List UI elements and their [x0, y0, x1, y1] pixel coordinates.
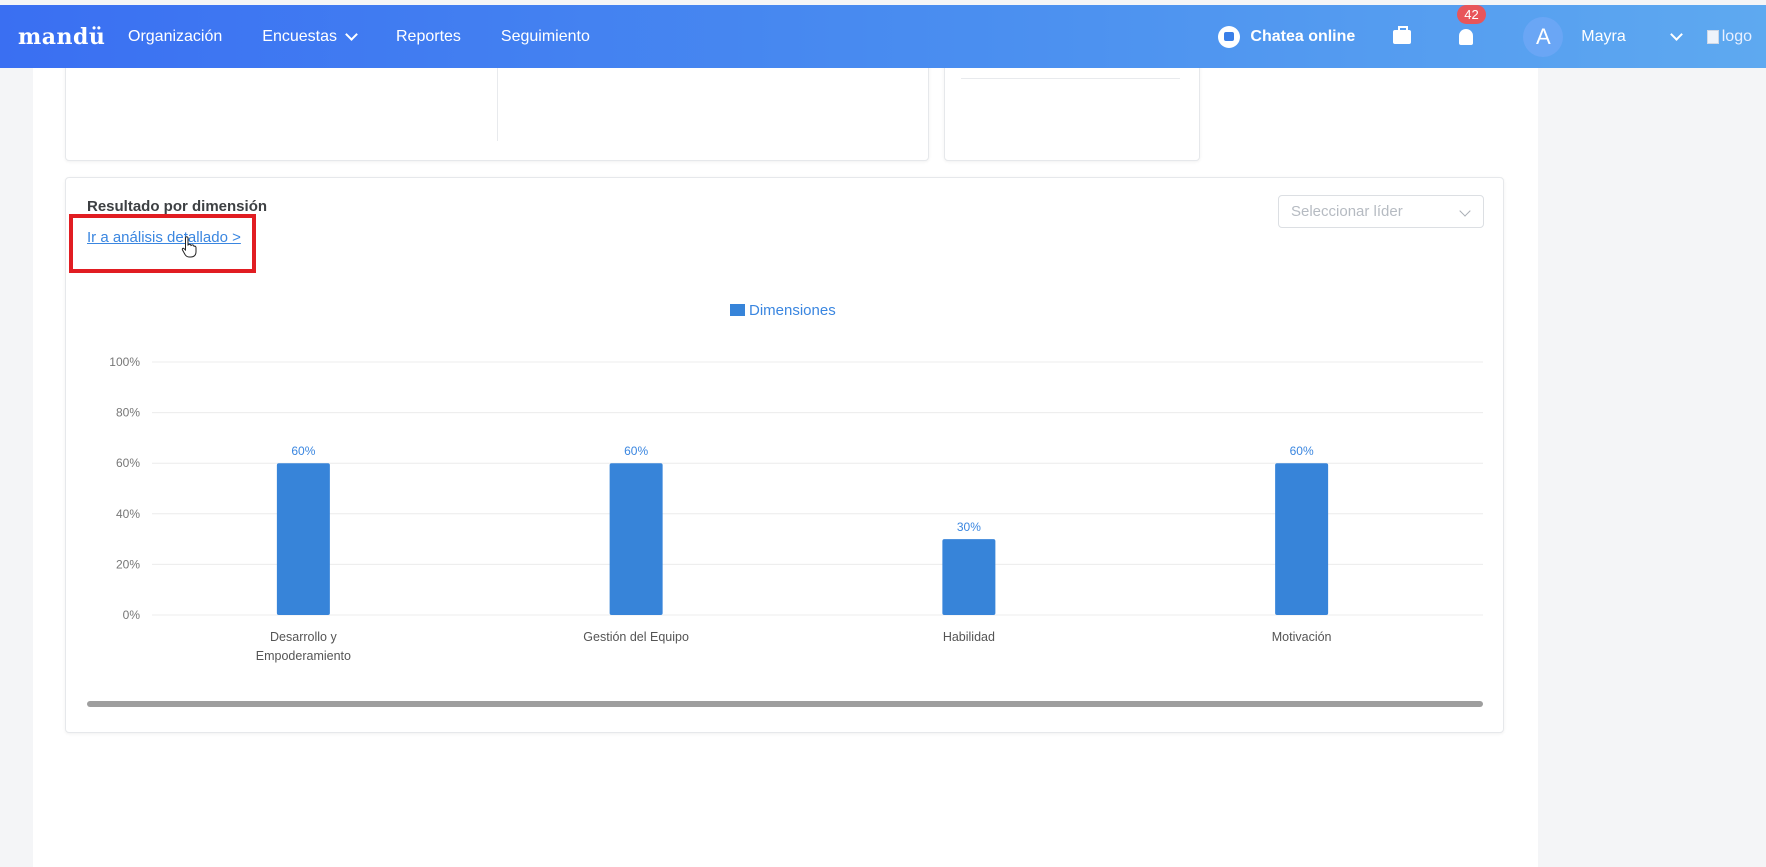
bar-value-label: 60%	[1290, 444, 1314, 458]
brand-logo[interactable]: mandü	[18, 24, 128, 50]
top-navbar: mandü Organización Encuestas Reportes Se…	[0, 4, 1766, 68]
x-tick-label: Motivación	[1272, 630, 1332, 644]
briefcase-icon[interactable]	[1393, 25, 1412, 44]
chat-online-button[interactable]: Chatea online	[1218, 25, 1356, 48]
y-tick-label: 20%	[116, 557, 140, 571]
y-tick-label: 0%	[123, 608, 141, 622]
user-name[interactable]: Mayra	[1581, 28, 1625, 46]
bar-value-label: 30%	[957, 520, 981, 534]
nav-organizacion-label: Organización	[128, 27, 223, 45]
avatar[interactable]: A	[1523, 16, 1564, 57]
bar[interactable]	[942, 539, 996, 615]
nav-organizacion[interactable]: Organización	[128, 28, 222, 46]
horizontal-scrollbar[interactable]	[87, 701, 1483, 707]
x-tick-label: Desarrollo y	[270, 630, 337, 644]
bar-value-label: 60%	[291, 444, 315, 458]
bar[interactable]	[609, 463, 663, 615]
nav-encuestas-label: Encuestas	[262, 27, 337, 45]
y-tick-label: 60%	[116, 456, 140, 470]
nav-seguimiento-label: Seguimiento	[500, 27, 590, 45]
x-tick-label: Empoderamiento	[256, 649, 351, 663]
bar[interactable]	[1275, 463, 1329, 615]
user-menu-chevron-icon[interactable]	[1669, 27, 1683, 41]
x-tick-label: Gestión del Equipo	[583, 630, 689, 644]
dimension-results-card: Resultado por dimensión Ir a análisis de…	[65, 177, 1504, 733]
dimension-bar-chart: Dimensiones 100% 80% 60% 40% 20% 0% 60% 60% 30%…	[109, 302, 1483, 663]
y-tick-label: 100%	[109, 355, 140, 369]
notification-badge: 42	[1457, 4, 1486, 24]
company-logo-image: logo	[1706, 27, 1752, 46]
legend-swatch	[730, 304, 745, 316]
nav-reportes[interactable]: Reportes	[396, 28, 461, 46]
chat-icon	[1218, 25, 1241, 48]
legend-label: Dimensiones	[749, 302, 836, 319]
x-tick-label: Habilidad	[943, 630, 995, 644]
y-tick-label: 80%	[116, 406, 140, 420]
main-content: Resultado por dimensión Ir a análisis de…	[33, 50, 1538, 867]
chat-online-label: Chatea online	[1250, 27, 1356, 45]
chevron-down-icon	[345, 27, 358, 41]
broken-image-icon	[1706, 29, 1719, 44]
nav-reportes-label: Reportes	[396, 27, 461, 45]
nav-seguimiento[interactable]: Seguimiento	[501, 28, 590, 46]
nav-encuestas[interactable]: Encuestas	[262, 27, 358, 46]
bar[interactable]	[276, 463, 330, 615]
notifications-button[interactable]: 42	[1457, 4, 1486, 45]
bar-value-label: 60%	[624, 444, 648, 458]
card-separator	[961, 78, 1180, 79]
logo-alt-text: logo	[1721, 27, 1752, 45]
y-tick-label: 40%	[116, 507, 140, 521]
bell-icon	[1459, 28, 1474, 45]
